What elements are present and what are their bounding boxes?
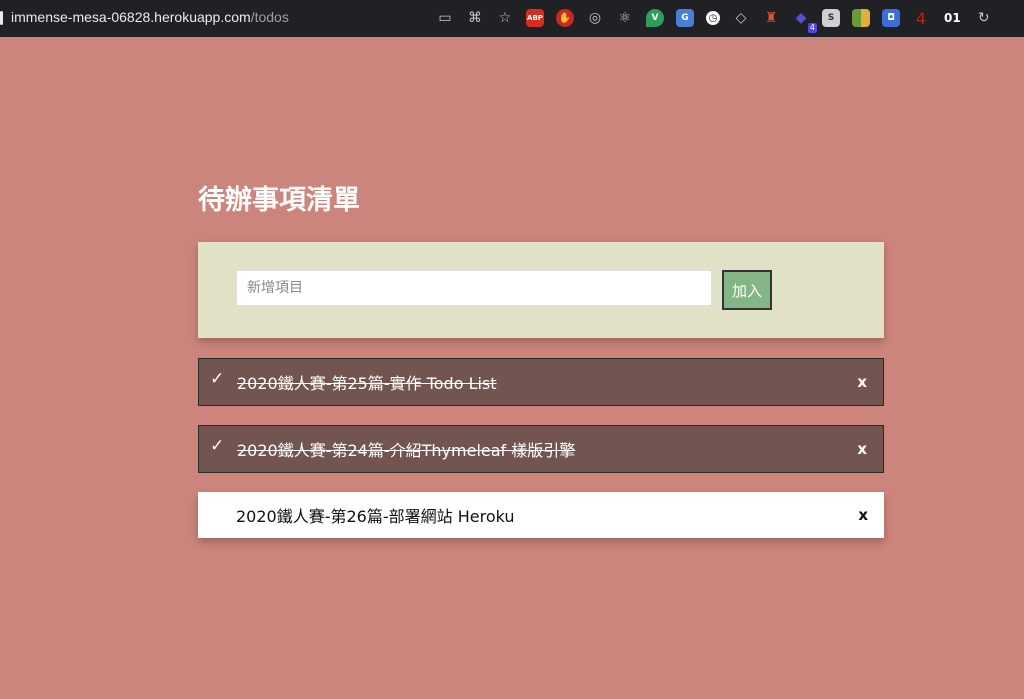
counter-icon[interactable]: 01 — [942, 9, 963, 27]
fox-icon[interactable]: ♜ — [762, 9, 780, 27]
clock-icon[interactable]: ◷ — [706, 11, 720, 25]
react-devtools-icon[interactable]: ⚛ — [616, 9, 634, 27]
check-icon: ✓ — [210, 436, 225, 456]
delete-button[interactable]: x — [857, 373, 867, 391]
address-bar[interactable]: immense-mesa-06828.herokuapp.com/todos — [11, 9, 289, 25]
url-path: /todos — [250, 9, 289, 25]
ublock-hand-icon[interactable]: ✋ — [556, 9, 574, 27]
translate-icon[interactable]: ⌘ — [466, 9, 484, 27]
tab-edge — [0, 11, 3, 25]
diamond-icon[interactable]: ◇ — [732, 9, 750, 27]
url-host: immense-mesa-06828.herokuapp.com — [11, 9, 251, 25]
new-todo-input[interactable] — [236, 270, 712, 306]
add-button[interactable]: 加入 — [722, 270, 772, 310]
cast-icon[interactable]: ▭ — [436, 9, 454, 27]
add-todo-panel: 加入 — [198, 242, 884, 338]
delete-button[interactable]: x — [858, 506, 868, 524]
browser-toolbar: immense-mesa-06828.herokuapp.com/todos ▭… — [0, 0, 1024, 37]
four-icon[interactable]: 4 — [912, 9, 930, 28]
colorzilla-icon[interactable] — [852, 9, 870, 27]
google-translate-icon[interactable]: G — [676, 9, 694, 27]
page-title: 待辦事項清單 — [198, 185, 360, 216]
extension-bar: ▭ ⌘ ☆ ABP ✋ ◎ ⚛ V G ◷ ◇ ♜ ◆ 4 S ◘ 4 01 ↻ — [436, 8, 1005, 33]
s-icon[interactable]: S — [822, 9, 840, 27]
sync-icon[interactable]: ↻ — [975, 9, 993, 27]
todo-text: 2020鐵人賽-第25篇-實作 Todo List — [237, 374, 497, 393]
adblock-plus-icon[interactable]: ABP — [526, 9, 544, 27]
todo-item[interactable]: 2020鐵人賽-第26篇-部署網站 Heroku x — [198, 492, 884, 538]
todo-item[interactable]: ✓ 2020鐵人賽-第24篇-介紹Thymeleaf 樣版引擎 x — [198, 425, 884, 473]
stack-badge: 4 — [807, 23, 817, 33]
check-icon: ✓ — [210, 369, 225, 389]
target-icon[interactable]: ◎ — [586, 9, 604, 27]
bookmark-star-icon[interactable]: ☆ — [496, 9, 514, 27]
vue-devtools-icon[interactable]: V — [646, 9, 664, 27]
blue-box-icon[interactable]: ◘ — [882, 9, 900, 27]
stack-icon[interactable]: ◆ 4 — [792, 9, 817, 33]
todo-text: 2020鐵人賽-第24篇-介紹Thymeleaf 樣版引擎 — [237, 441, 576, 460]
todo-item[interactable]: ✓ 2020鐵人賽-第25篇-實作 Todo List x — [198, 358, 884, 406]
stack-glyph: ◆ — [795, 10, 807, 26]
delete-button[interactable]: x — [857, 440, 867, 458]
todo-text: 2020鐵人賽-第26篇-部署網站 Heroku — [236, 507, 515, 526]
